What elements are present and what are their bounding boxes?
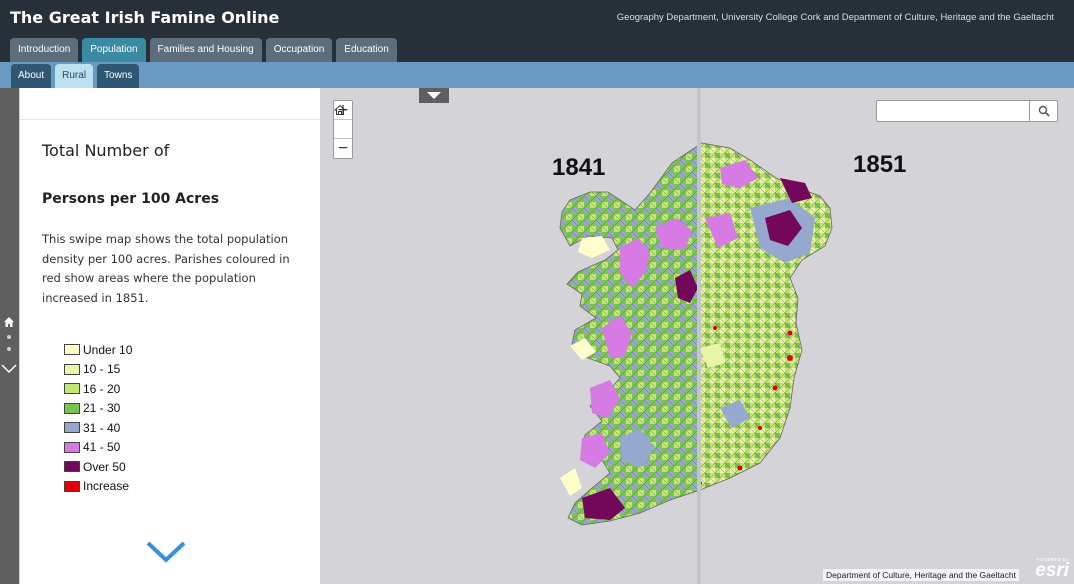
esri-wordmark: esri [1035,560,1069,581]
nav-dot[interactable] [7,347,11,351]
search-input[interactable] [877,101,1029,121]
home-icon[interactable] [3,316,15,328]
legend-item: 16 - 20 [64,379,132,399]
tab-families-and-housing[interactable]: Families and Housing [149,38,262,62]
chevron-down-icon[interactable] [145,540,187,564]
chevron-down-icon[interactable] [1,364,17,374]
legend-swatch [64,441,80,453]
legend-item: Increase [64,477,132,497]
side-panel: Total Number of Persons per 100 Acres Th… [19,88,320,584]
legend-swatch [64,383,80,395]
triangle-down-icon[interactable] [419,88,449,103]
tab-education[interactable]: Education [336,38,397,62]
search-icon [1038,105,1050,117]
swipe-divider[interactable] [697,88,701,584]
esri-logo[interactable]: POWERED BY esri [1031,557,1071,581]
zoom-out-button[interactable]: − [334,139,352,158]
sub-tabs: About Rural Towns [11,64,140,88]
swipe-map[interactable]: + − 1841 1851 Department of Culture, Her… [320,88,1074,584]
legend-item: 10 - 15 [64,360,132,380]
app-header: The Great Irish Famine Online Geography … [0,0,1074,62]
panel-description: This swipe map shows the total populatio… [42,232,290,305]
legend-swatch [64,344,80,356]
tab-occupation[interactable]: Occupation [265,38,333,62]
subtab-towns[interactable]: Towns [97,64,140,88]
map-search [876,100,1058,122]
legend-swatch [64,402,80,414]
map-attribution: Department of Culture, Heritage and the … [823,569,1019,581]
home-icon [334,104,346,115]
panel-top-strip [20,88,320,120]
story-navigation-rail [0,88,19,584]
year-label-right: 1851 [853,151,907,178]
legend-swatch [64,461,80,473]
zoom-control: + − [333,100,353,159]
legend-label: 10 - 15 [83,362,121,377]
legend-label: 16 - 20 [83,381,121,396]
legend-label: Under 10 [83,342,133,357]
legend-swatch [64,363,80,375]
app-title: The Great Irish Famine Online [10,8,280,27]
legend-swatch [64,480,80,492]
search-button[interactable] [1029,101,1057,121]
nav-dot[interactable] [7,335,11,339]
legend-label: 41 - 50 [83,440,121,455]
main-tabs: Introduction Population Families and Hou… [10,38,397,62]
panel-subheading: Persons per 100 Acres [42,191,220,207]
year-label-left: 1841 [552,154,606,181]
legend-item: 31 - 40 [64,418,132,438]
tab-introduction[interactable]: Introduction [10,38,79,62]
tab-population[interactable]: Population [82,38,146,62]
map-legend: Under 10 10 - 15 16 - 20 21 - 30 31 - 40 41 -… [64,340,132,496]
legend-item: 41 - 50 [64,438,132,458]
subtab-rural[interactable]: Rural [55,64,94,88]
sub-tab-bar: About Rural Towns [0,62,1074,88]
legend-item: Under 10 [64,340,132,360]
app-subtitle: Geography Department, University College… [616,12,1054,23]
subtab-about[interactable]: About [11,64,52,88]
legend-swatch [64,422,80,434]
legend-label: Increase [83,479,130,494]
legend-item: Over 50 [64,457,132,477]
legend-label: Over 50 [83,459,126,474]
legend-label: 21 - 30 [83,401,121,416]
legend-label: 31 - 40 [83,420,121,435]
panel-heading: Total Number of [42,141,170,160]
home-extent-button[interactable] [334,104,352,139]
legend-item: 21 - 30 [64,399,132,419]
